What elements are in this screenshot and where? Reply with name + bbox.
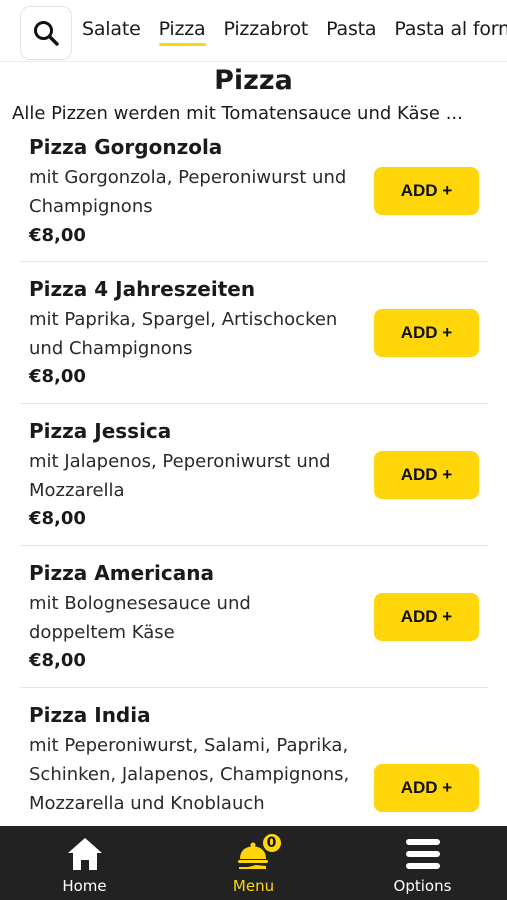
menu-item: Pizza Gorgonzola mit Gorgonzola, Peperon… <box>20 128 488 262</box>
add-button[interactable]: ADD + <box>374 764 479 812</box>
tab-pizzabrot[interactable]: Pizzabrot <box>224 18 309 44</box>
bottom-nav: Home 0 Menu Options <box>0 826 507 900</box>
item-price: €8,00 <box>29 508 86 529</box>
tab-pasta-al-forno[interactable]: Pasta al forno <box>394 18 507 44</box>
section-title: Pizza <box>214 65 293 96</box>
add-button[interactable]: ADD + <box>374 593 479 641</box>
menu-item: Pizza 4 Jahreszeiten mit Paprika, Sparge… <box>20 262 488 404</box>
menu-item: Pizza Americana mit Bolognesesauce und d… <box>20 546 488 688</box>
nav-options-label: Options <box>393 877 452 895</box>
search-icon <box>34 21 59 46</box>
add-button[interactable]: ADD + <box>374 451 479 499</box>
home-icon <box>64 834 106 874</box>
item-name: Pizza Americana <box>29 561 214 585</box>
cloche-icon: 0 <box>233 832 283 874</box>
menu-item-list: Pizza Gorgonzola mit Gorgonzola, Peperon… <box>0 128 507 826</box>
category-tabs: Salate Pizza Pizzabrot Pasta Pasta al fo… <box>82 0 507 61</box>
nav-home[interactable]: Home <box>0 826 169 900</box>
search-button[interactable] <box>20 6 72 60</box>
add-button[interactable]: ADD + <box>374 309 479 357</box>
section-description: Alle Pizzen werden mit Tomatensauce und … <box>12 103 463 124</box>
item-description: mit Bolognesesauce und doppeltem Käse <box>29 593 251 643</box>
tab-pizza[interactable]: Pizza <box>158 18 206 46</box>
item-name: Pizza Jessica <box>29 419 172 443</box>
add-button[interactable]: ADD + <box>374 167 479 215</box>
item-price: €8,00 <box>29 650 86 671</box>
item-name: Pizza India <box>29 703 151 727</box>
menu-item: Pizza India mit Peperoniwurst, Salami, P… <box>20 688 488 826</box>
nav-menu[interactable]: 0 Menu <box>169 826 338 900</box>
item-price: €8,00 <box>29 225 86 246</box>
tab-salate[interactable]: Salate <box>82 18 141 44</box>
item-name: Pizza Gorgonzola <box>29 135 223 159</box>
nav-home-label: Home <box>62 877 107 895</box>
item-description: mit Gorgonzola, Peperoniwurst und Champi… <box>29 167 347 217</box>
nav-options[interactable]: Options <box>338 826 507 900</box>
menu-item: Pizza Jessica mit Jalapenos, Peperoniwur… <box>20 404 488 546</box>
hamburger-menu-icon <box>402 834 444 874</box>
item-description: mit Paprika, Spargel, Artischocken und C… <box>29 309 338 359</box>
item-description: mit Peperoniwurst, Salami, Paprika, Schi… <box>29 735 350 814</box>
item-price: €8,00 <box>29 366 86 387</box>
item-description: mit Jalapenos, Peperoniwurst und Mozzare… <box>29 451 331 501</box>
cart-count-badge: 0 <box>260 832 283 854</box>
category-bar: Salate Pizza Pizzabrot Pasta Pasta al fo… <box>0 0 507 62</box>
tab-pasta[interactable]: Pasta <box>326 18 376 44</box>
item-name: Pizza 4 Jahreszeiten <box>29 277 256 301</box>
nav-menu-label: Menu <box>232 877 275 895</box>
